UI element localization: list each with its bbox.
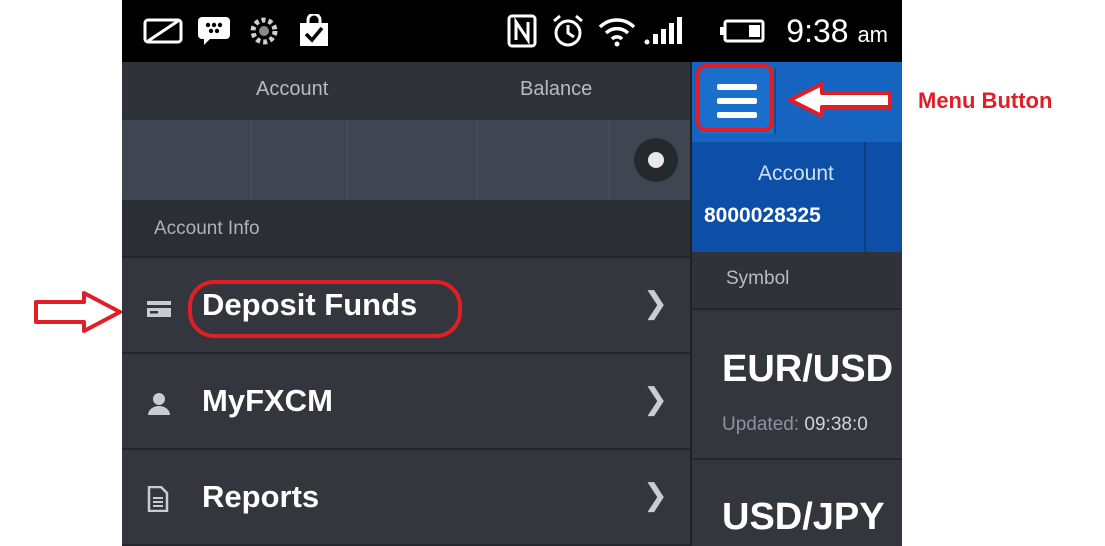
account-info-label: Account Info	[122, 200, 690, 258]
deposit-arrow-annotation	[32, 290, 124, 334]
menu-item-myfxcm[interactable]: MyFXCM ❯	[122, 354, 690, 450]
symbol-row[interactable]: USD/JPY	[692, 460, 902, 546]
card-icon	[146, 292, 172, 318]
radio-indicator[interactable]	[634, 138, 678, 182]
updated-time: Updated: 09:38:0	[722, 414, 868, 435]
deposit-funds-highlight	[188, 280, 462, 338]
account-column-label: Account	[256, 78, 329, 100]
wifi-icon	[596, 14, 638, 48]
menu-item-reports[interactable]: Reports ❯	[122, 450, 690, 546]
strip-cell	[122, 120, 252, 200]
settings-icon	[244, 14, 284, 48]
nfc-icon	[504, 14, 540, 48]
menu-item-label: Reports	[202, 479, 320, 514]
strip-cell	[478, 120, 610, 200]
check-bag-icon	[294, 14, 334, 48]
battery-icon	[718, 14, 768, 48]
account-bar: Account 8000028325	[692, 142, 902, 252]
chevron-right-icon: ❯	[642, 383, 668, 416]
account-label: Account	[758, 162, 834, 185]
drawer-header: Account Balance	[122, 62, 690, 120]
menu-arrow-annotation	[786, 80, 894, 120]
symbol-column-header: Symbol	[692, 252, 902, 310]
menu-item-label: MyFXCM	[202, 383, 333, 418]
chevron-right-icon: ❯	[642, 479, 668, 512]
symbol-name: EUR/USD	[722, 348, 894, 390]
account-summary-strip[interactable]	[122, 120, 690, 200]
symbol-name: USD/JPY	[722, 496, 885, 538]
bbm-icon	[194, 14, 234, 48]
main-panel: Account 8000028325 Symbol EUR/USD Update…	[690, 62, 902, 546]
divider	[864, 142, 866, 252]
balance-column-label: Balance	[520, 78, 593, 100]
symbol-row[interactable]: EUR/USD Updated: 09:38:0	[692, 310, 902, 460]
menu-button-highlight	[696, 64, 774, 132]
status-time: 9:38 am	[786, 13, 888, 49]
strip-cell	[348, 120, 478, 200]
status-bar: 9:38 am	[122, 0, 902, 62]
document-icon	[146, 484, 172, 513]
person-icon	[146, 388, 172, 415]
strip-cell	[252, 120, 348, 200]
signal-icon	[642, 14, 686, 48]
alarm-icon	[548, 14, 588, 48]
chevron-right-icon: ❯	[642, 287, 668, 320]
menu-button-annotation-label: Menu Button	[918, 88, 1053, 113]
account-number: 8000028325	[704, 204, 821, 227]
no-sim-icon	[140, 14, 186, 48]
phone-screen: 9:38 am Account Balance Account Info Dep…	[122, 0, 902, 546]
